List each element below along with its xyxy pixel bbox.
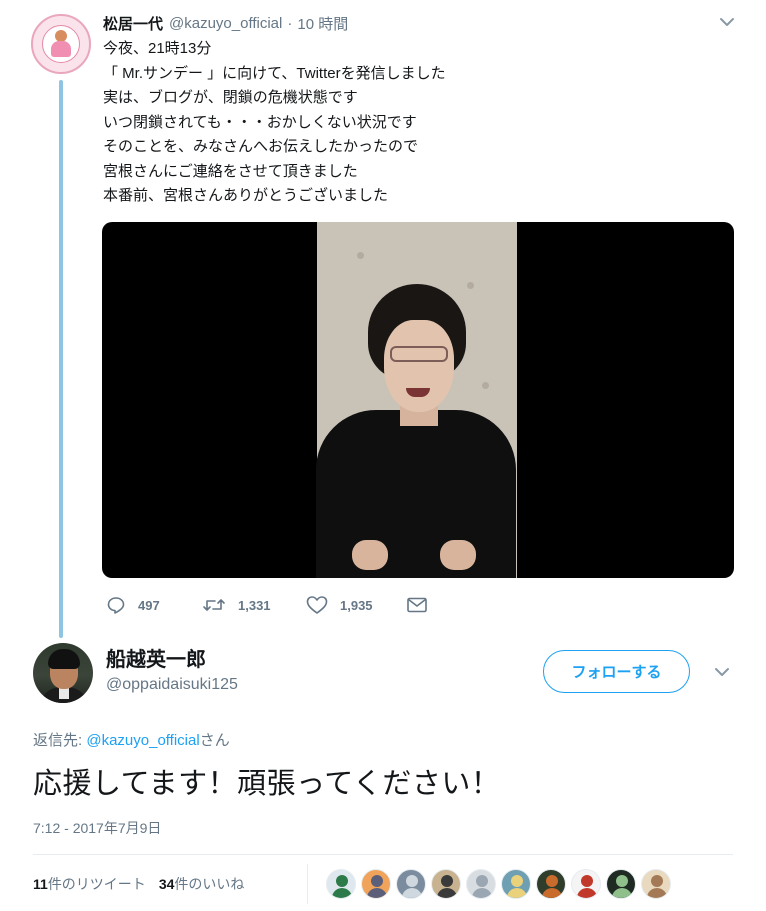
retweet-icon — [203, 599, 225, 611]
envelope-icon — [407, 597, 427, 613]
reply-mention-link[interactable]: @kazuyo_official — [86, 732, 199, 749]
reply-button[interactable]: 497 — [106, 594, 160, 616]
like-button[interactable]: 1,935 — [306, 594, 373, 616]
tweet-action-bar: 497 1,331 1,935 — [106, 594, 466, 616]
tweet-line: いつ閉鎖されても・・・おかしくない状況です — [103, 113, 417, 131]
like-count: 1,935 — [340, 597, 373, 613]
likes-stat[interactable]: 34件のいいね — [159, 874, 245, 894]
video-person-face — [384, 320, 454, 412]
stats-divider — [307, 864, 308, 904]
liker-avatar[interactable] — [466, 869, 496, 899]
video-person-shirt — [316, 410, 516, 578]
chevron-down-icon[interactable] — [712, 662, 732, 682]
funakoshi-avatar[interactable] — [33, 643, 93, 703]
tweet-line: 本番前、宮根さんありがとうございました — [103, 187, 389, 204]
retweet-count: 1,331 — [238, 597, 271, 613]
reply-count: 497 — [138, 597, 160, 613]
follow-button[interactable]: フォローする — [543, 650, 690, 693]
tweet-line: 今夜、21時13分 — [103, 40, 212, 57]
divider — [33, 854, 733, 855]
author-handle[interactable]: @oppaidaisuki125 — [106, 676, 238, 694]
avatar-figure-body — [51, 41, 71, 57]
like-label: 件のいいね — [174, 876, 245, 892]
parent-timestamp[interactable]: 10 時間 — [297, 13, 348, 34]
reply-icon — [107, 597, 125, 614]
tweet-line: 実は、ブログが、閉鎖の危機状態です — [103, 89, 358, 106]
engagement-stats: 11件のリツイート 34件のいいね — [33, 874, 244, 894]
parent-display-name[interactable]: 松居一代 — [103, 13, 163, 34]
parent-tweet-header: 松居一代 @kazuyo_official · 10 時間 — [103, 12, 348, 34]
reply-context: 返信先: @kazuyo_officialさん — [33, 729, 230, 750]
reply-to-label: 返信先: — [33, 732, 87, 749]
avatar-hair — [48, 649, 80, 669]
kazuyo-avatar[interactable] — [31, 14, 91, 74]
liker-avatar[interactable] — [396, 869, 426, 899]
tweet-line: そのことを、みなさんへお伝えしたかったので — [103, 138, 419, 155]
liker-avatar[interactable] — [501, 869, 531, 899]
liker-avatar[interactable] — [606, 869, 636, 899]
thread-connector-line — [59, 80, 63, 638]
embedded-video[interactable] — [102, 222, 734, 578]
liker-avatar[interactable] — [431, 869, 461, 899]
main-tweet-text: 応援してます！頑張ってください！ — [33, 768, 501, 800]
tweet-line: 「 Mr.サンデー 」に向けて、Twitterを発信しました — [103, 64, 446, 82]
liker-avatar[interactable] — [571, 869, 601, 899]
avatar-shirt — [39, 687, 89, 703]
parent-handle[interactable]: @kazuyo_official — [169, 15, 282, 32]
header-separator: · — [287, 14, 293, 32]
video-person-glasses — [390, 346, 448, 362]
liker-avatar[interactable] — [326, 869, 356, 899]
tweet-line: 宮根さんにご連絡をさせて頂きました — [103, 162, 358, 180]
parent-tweet-text: 今夜、21時13分 「 Mr.サンデー 」に向けて、Twitterを発信しました… — [103, 37, 723, 209]
tweet-timestamp[interactable]: 7:12 - 2017年7月9日 — [33, 818, 161, 838]
liker-avatar-list — [326, 869, 676, 899]
retweets-stat[interactable]: 11件のリツイート — [33, 874, 146, 894]
liker-avatar[interactable] — [361, 869, 391, 899]
retweet-label: 件のリツイート — [47, 876, 146, 892]
heart-icon — [306, 596, 328, 614]
liker-avatar[interactable] — [641, 869, 671, 899]
retweet-total: 11 — [33, 876, 48, 892]
liker-avatar[interactable] — [536, 869, 566, 899]
chevron-down-icon[interactable] — [717, 12, 737, 32]
author-display-name[interactable]: 船越英一郎 — [106, 643, 206, 672]
reply-honorific: さん — [199, 732, 230, 749]
direct-message-button[interactable] — [406, 594, 440, 616]
like-total: 34 — [158, 876, 175, 892]
video-person-hand — [440, 540, 476, 570]
retweet-button[interactable]: 1,331 — [202, 594, 271, 616]
video-person-hand — [352, 540, 388, 570]
